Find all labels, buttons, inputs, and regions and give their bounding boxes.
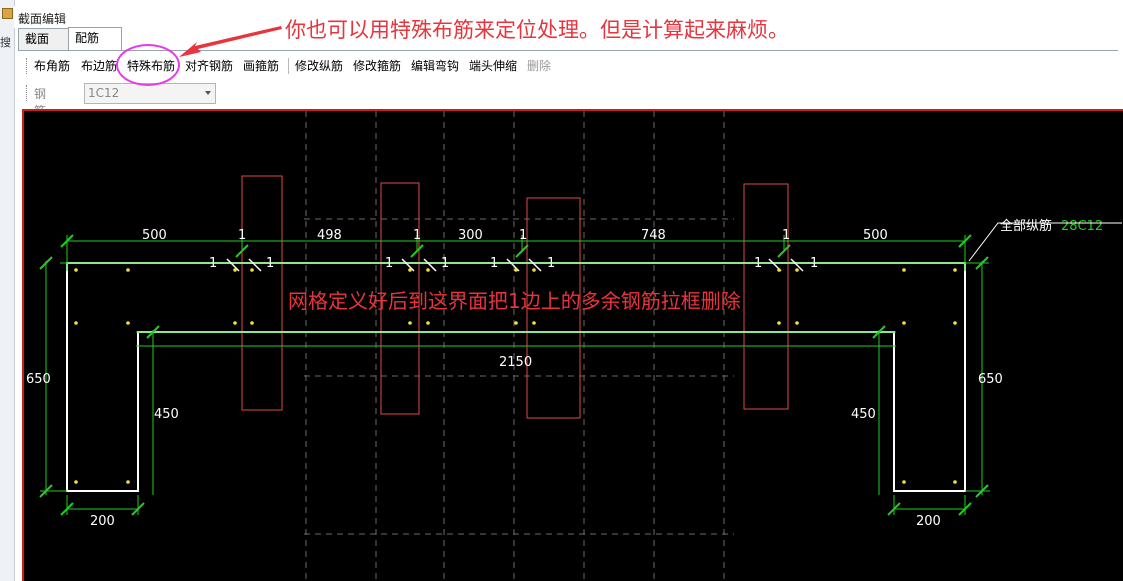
annotation-arrow-icon (179, 26, 282, 57)
edit-longitudinal-button[interactable]: 修改纵筋 (295, 56, 343, 76)
dim-label: 498 (317, 228, 342, 243)
grid-side-mark: 1 (490, 256, 498, 271)
grid-side-mark: 1 (441, 256, 449, 271)
window-title: 截面编辑 (18, 12, 67, 26)
delete-button[interactable]: 删除 (527, 56, 551, 76)
grid-mark: 1 (413, 228, 421, 243)
grid-mark: 1 (519, 228, 527, 243)
right-height-label: 650 (978, 372, 1003, 387)
grid-side-mark: 1 (209, 256, 217, 271)
section-drawing[interactable]: 500 498 300 748 500 1 1 1 1 1 1 1 1 1 1 … (24, 111, 1123, 581)
drawing-canvas[interactable]: 500 498 300 748 500 1 1 1 1 1 1 1 1 1 1 … (22, 109, 1123, 581)
toolbar-separator (288, 58, 289, 74)
chevron-down-icon[interactable] (205, 91, 211, 95)
left-side-strip: 搜 (0, 0, 15, 581)
grid-mark: 1 (782, 228, 790, 243)
highlight-circle (116, 44, 180, 86)
app-icon (2, 8, 13, 19)
bottom-right-label: 200 (916, 514, 941, 529)
grid-side-mark: 1 (266, 256, 274, 271)
infobar-grip[interactable] (26, 85, 29, 101)
dim-label: 500 (142, 228, 167, 243)
dim-label: 748 (641, 228, 666, 243)
top-annotation: 你也可以用特殊布筋来定位处理。但是计算起来麻烦。 (285, 18, 789, 42)
left-inner-label: 450 (154, 407, 179, 422)
edit-stirrup-button[interactable]: 修改箍筋 (353, 56, 401, 76)
rebar-info-value: 1C12 (88, 86, 120, 100)
total-width-label: 2150 (499, 355, 532, 370)
tab-rebar[interactable]: 配筋 (68, 27, 122, 50)
dim-label: 300 (458, 228, 483, 243)
right-inner-label: 450 (851, 407, 876, 422)
canvas-annotation: 网格定义好后到这界面把1边上的多余钢筋拉框删除 (288, 289, 741, 313)
grid-side-mark: 1 (385, 256, 393, 271)
dim-label: 500 (863, 228, 888, 243)
rebar-callout-label: 全部纵筋 (1000, 218, 1052, 234)
grid-side-mark: 1 (754, 256, 762, 271)
rebar-callout-spec: 28C12 (1061, 219, 1103, 234)
side-panel-glyph: 搜 (0, 36, 11, 49)
toolbar-grip[interactable] (26, 58, 29, 74)
grid-mark: 1 (238, 228, 246, 243)
rebar-info-select[interactable]: 1C12 (84, 83, 216, 104)
bottom-left-label: 200 (90, 514, 115, 529)
edit-hook-button[interactable]: 编辑弯钩 (411, 56, 459, 76)
grid-side-mark: 1 (810, 256, 818, 271)
tab-section[interactable]: 截面 (18, 28, 70, 50)
grid-side-mark: 1 (547, 256, 555, 271)
end-stretch-button[interactable]: 端头伸缩 (469, 56, 517, 76)
left-height-label: 650 (26, 372, 51, 387)
dimension-lines (40, 235, 990, 515)
corner-rebar-button[interactable]: 布角筋 (34, 56, 70, 76)
edge-rebar-button[interactable]: 布边筋 (81, 56, 117, 76)
